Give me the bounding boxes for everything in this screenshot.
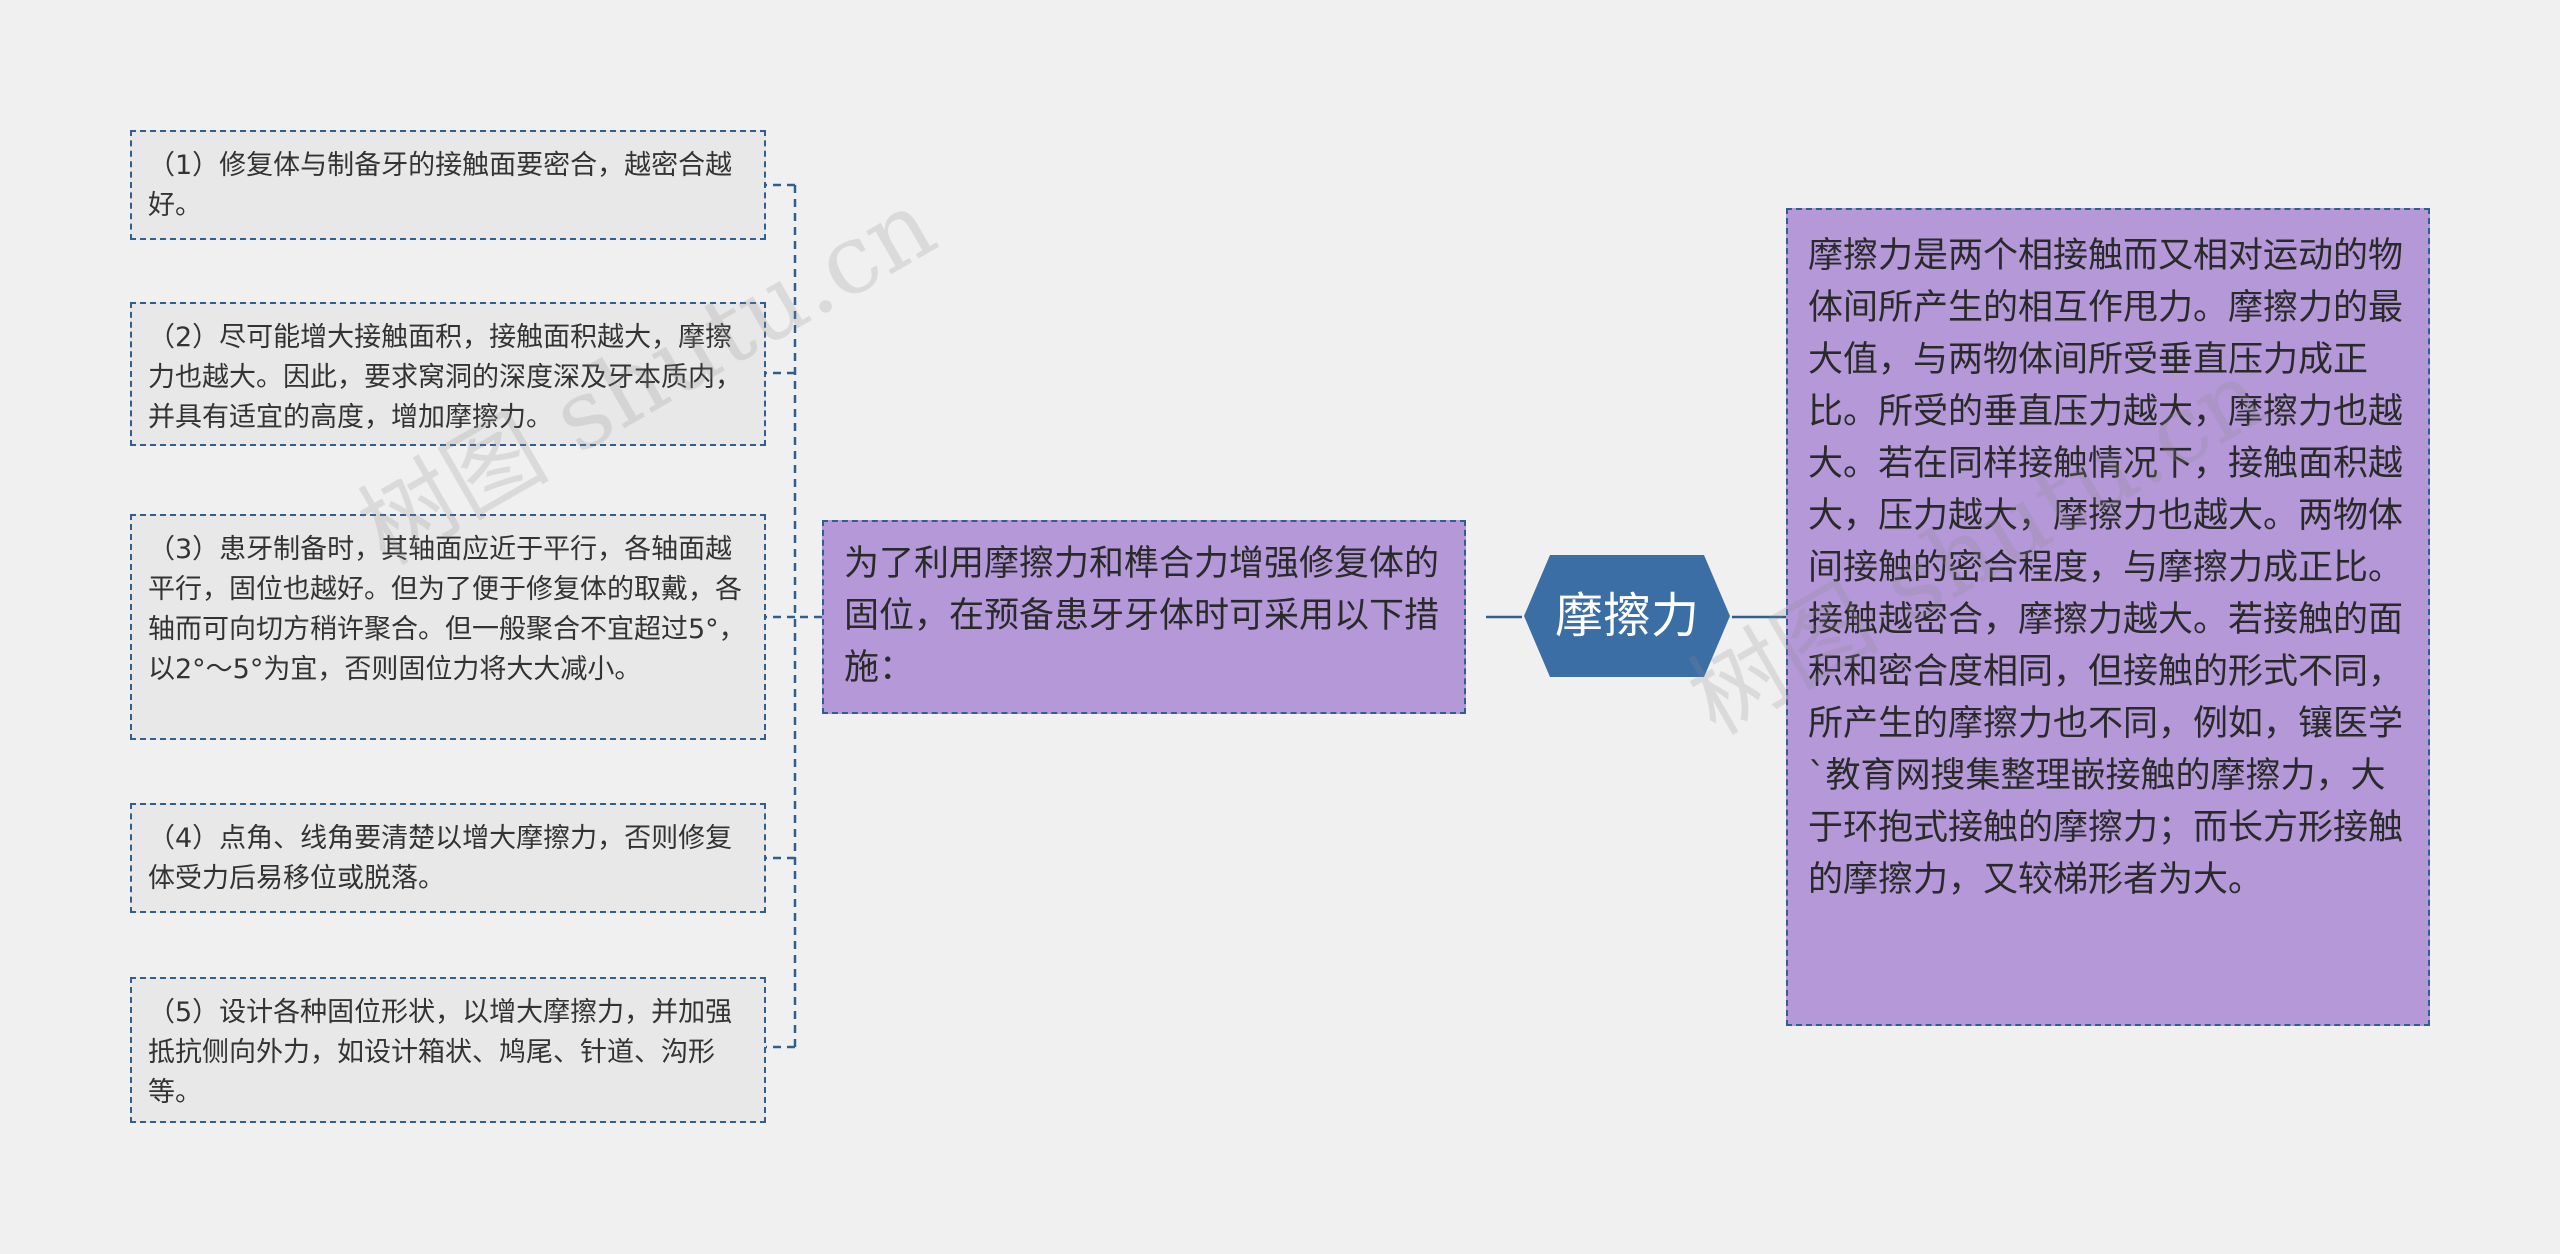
measures-intro-node: 为了利用摩擦力和榫合力增强修复体的固位，在预备患牙牙体时可采用以下措施： [822, 520, 1466, 714]
measure-item-5: （5）设计各种固位形状，以增大摩擦力，并加强抵抗侧向外力，如设计箱状、鸠尾、针道… [130, 977, 766, 1123]
measure-item-1: （1）修复体与制备牙的接触面要密合，越密合越好。 [130, 130, 766, 240]
measure-item-4: （4）点角、线角要清楚以增大摩擦力，否则修复体受力后易移位或脱落。 [130, 803, 766, 913]
mind-map: （1）修复体与制备牙的接触面要密合，越密合越好。 （2）尽可能增大接触面积，接触… [0, 0, 2560, 1254]
